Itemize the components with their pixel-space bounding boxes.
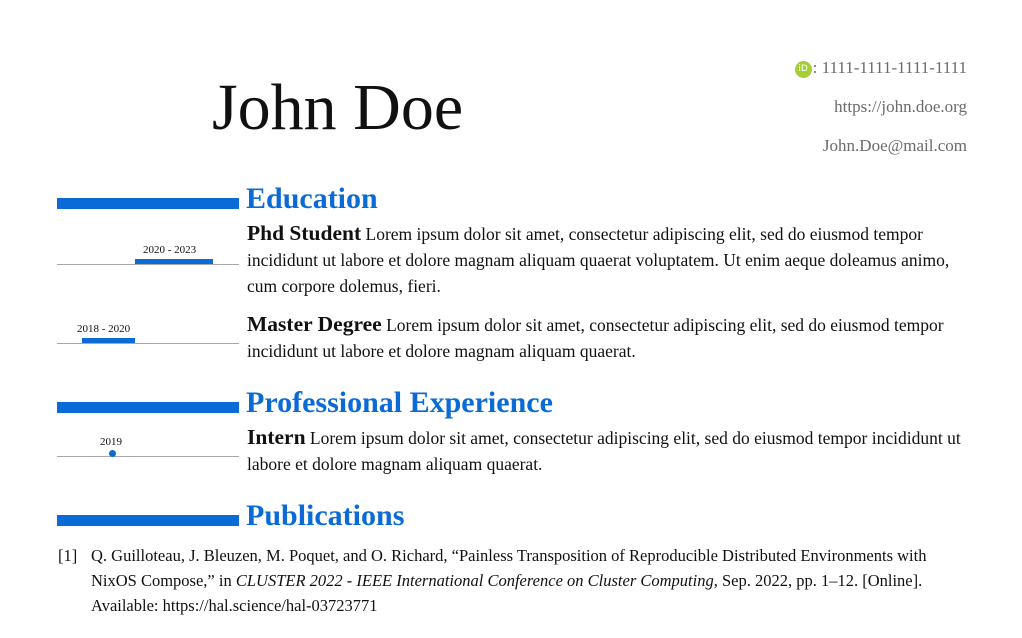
experience-section-title: Professional Experience: [246, 386, 553, 419]
orcid-id: : 1111-1111-1111-1111: [812, 58, 967, 77]
timeline-label-phd: 2020 - 2023: [143, 244, 197, 256]
entry-title: Intern: [247, 425, 306, 449]
website-link[interactable]: https://john.doe.org: [834, 97, 967, 117]
timeline-bar-master: [82, 338, 135, 343]
entry-description: Lorem ipsum dolor sit amet, consectetur …: [247, 428, 961, 474]
entry-title: Master Degree: [247, 312, 382, 336]
timeline-axis-intern: [57, 456, 239, 457]
email-link[interactable]: John.Doe@mail.com: [823, 136, 967, 156]
timeline-bar-phd: [135, 259, 213, 264]
publications-section-title: Publications: [246, 499, 405, 532]
experience-section-bar: [57, 402, 239, 413]
orcid-line[interactable]: iD: 1111-1111-1111-1111: [794, 58, 967, 78]
timeline-label-master: 2018 - 2020: [77, 323, 131, 335]
timeline-dot-intern: [109, 450, 116, 457]
experience-entry-intern: Intern Lorem ipsum dolor sit amet, conse…: [247, 424, 967, 477]
education-section-title: Education: [246, 182, 378, 215]
publication-venue: CLUSTER 2022 - IEEE International Confer…: [235, 571, 714, 590]
publication-reference: Q. Guilloteau, J. Bleuzen, M. Poquet, an…: [91, 543, 971, 618]
education-entry-master: Master Degree Lorem ipsum dolor sit amet…: [247, 311, 967, 364]
person-name: John Doe: [212, 71, 464, 144]
entry-title: Phd Student: [247, 221, 362, 245]
publication-number: [1]: [58, 546, 78, 565]
publications-section-bar: [57, 515, 239, 526]
timeline-label-intern: 2019: [100, 436, 122, 448]
timeline-axis-phd: [57, 264, 239, 265]
education-section-bar: [57, 198, 239, 209]
timeline-axis-master: [57, 343, 239, 344]
orcid-icon: iD: [794, 61, 812, 78]
education-entry-phd: Phd Student Lorem ipsum dolor sit amet, …: [247, 220, 967, 299]
